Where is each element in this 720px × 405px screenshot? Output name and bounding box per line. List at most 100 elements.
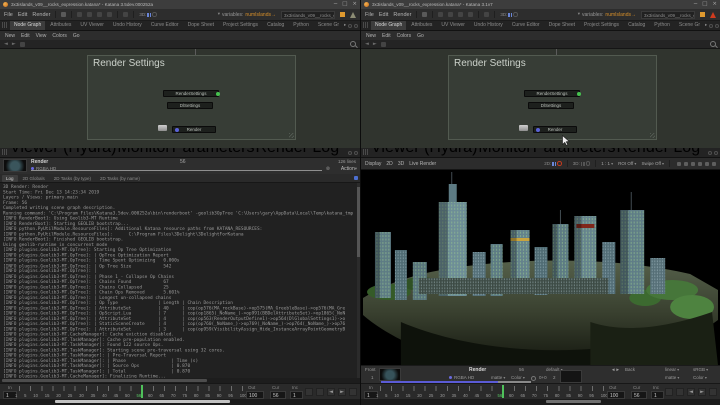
refresh-icon[interactable] — [77, 12, 82, 17]
log-tab[interactable]: 2D Tasks (by name) — [96, 175, 144, 182]
pane-menu-icon[interactable] — [714, 151, 718, 155]
goto-end-button[interactable] — [349, 388, 357, 396]
tab[interactable]: Catalog — [624, 21, 649, 30]
front-thumbnail[interactable] — [379, 368, 401, 381]
loop-button[interactable] — [676, 388, 684, 396]
tab[interactable]: Project Settings — [219, 21, 262, 30]
tab[interactable]: Curve Editor — [508, 21, 544, 30]
front-buffer-number[interactable]: 1 — [371, 375, 374, 380]
step-back-button[interactable]: ◄ — [327, 388, 335, 396]
front-channel[interactable]: RGBA HD — [449, 375, 474, 380]
timeline[interactable]: In 1 15101520253035404550566065707580859… — [0, 383, 360, 400]
timeline-ruler[interactable] — [380, 386, 604, 391]
gear-icon[interactable] — [61, 12, 66, 17]
pan-handle[interactable] — [55, 400, 230, 403]
nodegraph-menu-item[interactable]: View — [36, 33, 47, 39]
group-resize-handle[interactable] — [289, 133, 294, 138]
menu-file[interactable]: File — [365, 12, 374, 18]
step-forward-button[interactable]: ► — [338, 388, 346, 396]
refresh-icon[interactable] — [438, 12, 443, 17]
search-icon[interactable] — [710, 41, 716, 47]
out-field[interactable]: 100 — [607, 391, 625, 399]
inc-field[interactable]: 1 — [290, 391, 303, 399]
menu-edit[interactable]: Edit — [18, 12, 27, 18]
nodegraph-menu-item[interactable]: New — [5, 33, 15, 39]
monitor-menu-item[interactable]: 3D — [398, 161, 404, 167]
bookmark-icon[interactable] — [381, 42, 386, 47]
download-icon[interactable] — [468, 12, 473, 17]
clapper-icon[interactable] — [123, 12, 128, 17]
scroll-handle[interactable] — [2, 379, 207, 382]
add-tab-icon[interactable] — [708, 151, 712, 155]
update-mode-3d[interactable]: 3D: — [573, 161, 591, 166]
variable-numislands[interactable]: numIslands→ — [245, 12, 276, 18]
nodegraph-canvas[interactable]: Render Settings RenderSettings DlSetting… — [0, 49, 360, 148]
tab[interactable]: Python — [289, 21, 313, 30]
cancel-render-icon[interactable] — [557, 161, 562, 166]
roi-dropdown[interactable]: ROI Off — [618, 161, 636, 166]
swap-buffers-icon[interactable]: ◄► — [611, 367, 620, 372]
tab[interactable]: Attributes — [46, 21, 75, 30]
timeline-mode-button[interactable] — [665, 388, 673, 396]
pane-menu-icon[interactable] — [354, 151, 358, 155]
node-rendersettings[interactable]: RenderSettings — [163, 90, 219, 97]
tab[interactable]: Dope Sheet — [184, 21, 218, 30]
cur-field[interactable]: 56 — [631, 391, 647, 399]
grip-icon[interactable] — [2, 22, 8, 28]
pane-tab[interactable]: Viewer (Hydra) — [371, 148, 477, 157]
tab[interactable]: Project Settings — [580, 21, 623, 30]
monitor-menu-item[interactable]: Live Render — [409, 161, 436, 167]
tab[interactable]: Node Graph — [371, 21, 406, 30]
back-color-dropdown[interactable]: Color — [693, 375, 707, 380]
node-dlsettings[interactable]: DlSettings — [167, 102, 213, 109]
out-field[interactable]: 100 — [246, 391, 264, 399]
step-back-button[interactable]: ◄ — [687, 388, 695, 396]
node-render[interactable]: Render — [533, 126, 577, 133]
pane-tab[interactable]: Monitor — [117, 148, 170, 157]
lock-icon[interactable] — [87, 12, 92, 17]
pane-tab[interactable]: Render Log — [616, 148, 700, 157]
close-icon[interactable]: × — [712, 0, 717, 9]
pan-handle[interactable] — [546, 400, 601, 403]
pen-icon[interactable] — [677, 162, 681, 166]
clear-log-icon[interactable]: ⊗ — [326, 166, 330, 172]
forward-icon[interactable]: ► — [373, 41, 377, 47]
node-dlsettings[interactable]: DlSettings — [528, 102, 574, 109]
close-icon[interactable]: × — [352, 0, 357, 9]
add-tab-icon[interactable] — [348, 24, 352, 28]
zoom-dropdown[interactable]: 1 : 1 — [601, 161, 613, 166]
timeline[interactable]: In 1 15101520253035404550566065707580859… — [361, 383, 720, 400]
graph-state-variables[interactable]: ▾ variables: numIslands→ — [578, 12, 636, 18]
node-render[interactable]: Render — [172, 126, 216, 133]
loop-button[interactable] — [316, 388, 324, 396]
clapper-icon[interactable] — [484, 12, 489, 17]
tab[interactable]: Undo History — [470, 21, 507, 30]
menu-render[interactable]: Render — [393, 12, 411, 18]
tab[interactable]: Scene Gr — [675, 21, 704, 30]
render-log-output[interactable]: 3D Render: RenderStart Time: Fri Dec 13 … — [0, 183, 360, 378]
log-tab[interactable]: Log — [2, 175, 18, 182]
monitor-viewport[interactable] — [361, 170, 720, 365]
tab[interactable]: UV Viewer — [437, 21, 469, 30]
stop-render-icon[interactable] — [586, 161, 591, 166]
nodegraph-menu-item[interactable]: Go — [417, 33, 424, 39]
compare-icon[interactable] — [705, 162, 709, 166]
colorspace-linear-dropdown[interactable]: linear — [665, 367, 679, 372]
colorspace-srgb-dropdown[interactable]: sRGB — [693, 367, 708, 372]
nodegraph-canvas[interactable]: Render Settings RenderSettings DlSetting… — [361, 49, 720, 148]
node-edit-flag[interactable] — [536, 128, 540, 132]
playhead[interactable] — [502, 385, 504, 398]
update-mode-2d[interactable]: 2D: — [544, 161, 562, 166]
action-dropdown[interactable]: Action▾ — [341, 166, 357, 172]
flag-icon[interactable] — [97, 12, 102, 17]
nodegraph-menu-item[interactable]: Colors — [397, 33, 411, 39]
tab[interactable]: UV Viewer — [76, 21, 108, 30]
pin-icon[interactable] — [354, 176, 358, 180]
cur-field[interactable]: 56 — [270, 391, 286, 399]
pane-tab[interactable]: Render Log — [255, 148, 339, 157]
alert-triangle-icon[interactable] — [710, 12, 716, 18]
add-tab-icon[interactable] — [348, 151, 352, 155]
grip-icon[interactable] — [363, 149, 369, 155]
timeline-ruler[interactable] — [19, 386, 243, 391]
menu-edit[interactable]: Edit — [379, 12, 388, 18]
